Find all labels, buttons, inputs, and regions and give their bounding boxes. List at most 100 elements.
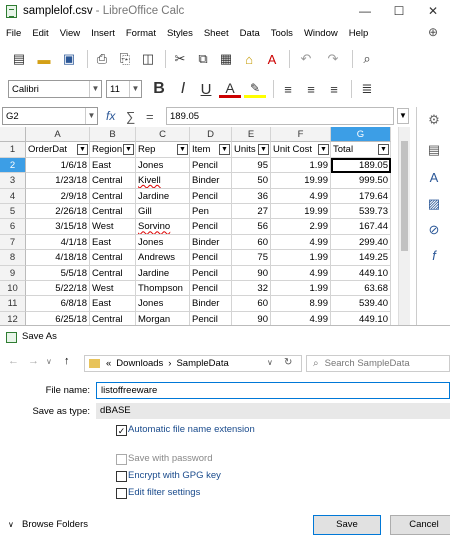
- table-cell[interactable]: Jardine: [136, 188, 190, 204]
- vertical-scrollbar[interactable]: [398, 127, 410, 325]
- header-cell[interactable]: Unit Cost ▼: [271, 142, 331, 158]
- name-box[interactable]: G2 ▼: [2, 107, 98, 125]
- sidebar-gallery-icon[interactable]: ▨: [425, 195, 443, 213]
- cut-icon[interactable]: ✂: [170, 48, 190, 70]
- menu-insert[interactable]: Insert: [91, 28, 115, 39]
- table-cell[interactable]: Pencil: [190, 265, 232, 281]
- table-cell[interactable]: Jones: [136, 234, 190, 251]
- table-cell[interactable]: East: [90, 296, 136, 312]
- align-left-icon[interactable]: ≡: [278, 78, 298, 100]
- table-cell[interactable]: West: [90, 281, 136, 297]
- table-cell[interactable]: 5/5/18: [26, 265, 90, 281]
- bold-icon[interactable]: B: [148, 78, 170, 100]
- print-icon[interactable]: ⎘: [115, 48, 135, 70]
- spreadsheet-grid[interactable]: A B C D E F G 1 OrderDat ▼ Region ▼ Rep ▼ Item ▼ Units ▼ U…: [0, 127, 398, 325]
- password-checkbox[interactable]: [116, 454, 127, 465]
- auto-extension-checkbox[interactable]: ✓: [116, 425, 127, 436]
- table-cell[interactable]: 95: [232, 157, 271, 174]
- export-pdf-icon[interactable]: ⎙: [92, 48, 112, 70]
- search-box[interactable]: ⌕ Search SampleData: [306, 355, 450, 372]
- table-cell[interactable]: 63.68: [331, 281, 391, 297]
- undo-icon[interactable]: ↶: [294, 48, 318, 70]
- row-header[interactable]: 5: [0, 204, 26, 220]
- clear-formatting-icon[interactable]: A: [262, 48, 282, 70]
- table-cell[interactable]: 4/1/18: [26, 234, 90, 251]
- table-cell[interactable]: 36: [232, 188, 271, 204]
- table-cell[interactable]: Pencil: [190, 219, 232, 235]
- chevron-down-icon[interactable]: ▼: [129, 81, 141, 97]
- filename-input[interactable]: listoffreeware: [96, 382, 450, 399]
- table-cell[interactable]: 75: [232, 250, 271, 266]
- table-cell[interactable]: 32: [232, 281, 271, 297]
- redo-icon[interactable]: ↷: [321, 48, 345, 70]
- align-center-icon[interactable]: ≡: [301, 78, 321, 100]
- font-size-box[interactable]: 11 ▼: [106, 80, 142, 98]
- table-cell[interactable]: 50: [232, 173, 271, 189]
- table-cell[interactable]: West: [90, 219, 136, 235]
- chevron-down-icon[interactable]: ▼: [85, 108, 97, 124]
- menu-data[interactable]: Data: [240, 28, 260, 39]
- underline-icon[interactable]: U: [196, 78, 216, 100]
- row-header[interactable]: 3: [0, 173, 26, 189]
- scrollbar-thumb[interactable]: [401, 141, 408, 251]
- autofilter-dropdown-icon[interactable]: ▼: [318, 144, 329, 156]
- find-replace-icon[interactable]: ⌕: [357, 48, 377, 70]
- column-header-d[interactable]: D: [190, 127, 232, 143]
- menu-help[interactable]: Help: [349, 28, 369, 39]
- column-header-b[interactable]: B: [90, 127, 136, 143]
- table-cell[interactable]: 1/6/18: [26, 157, 90, 174]
- table-cell[interactable]: Pencil: [190, 311, 232, 325]
- table-cell[interactable]: 189.05: [331, 157, 391, 174]
- path-sampledata[interactable]: SampleData: [176, 358, 228, 369]
- select-all-corner[interactable]: [0, 127, 26, 143]
- up-arrow-icon[interactable]: ↑: [64, 355, 70, 367]
- table-cell[interactable]: Jones: [136, 296, 190, 312]
- menu-styles[interactable]: Styles: [167, 28, 193, 39]
- sum-icon[interactable]: ∑: [126, 109, 135, 124]
- function-wizard-icon[interactable]: fx: [106, 109, 115, 123]
- table-cell[interactable]: 2/9/18: [26, 188, 90, 204]
- table-cell[interactable]: East: [90, 157, 136, 174]
- table-cell[interactable]: Central: [90, 265, 136, 281]
- browse-chevron-icon[interactable]: ∨: [8, 520, 14, 529]
- autofilter-dropdown-icon[interactable]: ▼: [123, 144, 134, 156]
- column-header-e[interactable]: E: [232, 127, 271, 143]
- header-cell[interactable]: Item ▼: [190, 142, 232, 158]
- minimize-button[interactable]: —: [348, 0, 382, 22]
- table-cell[interactable]: 449.10: [331, 311, 391, 325]
- table-cell[interactable]: 4.99: [271, 265, 331, 281]
- table-cell[interactable]: Central: [90, 250, 136, 266]
- paste-icon[interactable]: ▦: [216, 48, 236, 70]
- refresh-icon[interactable]: ↻: [284, 357, 292, 368]
- table-cell[interactable]: Jones: [136, 157, 190, 174]
- table-cell[interactable]: Kivell: [136, 173, 190, 189]
- autofilter-dropdown-icon[interactable]: ▼: [258, 144, 269, 156]
- italic-icon[interactable]: I: [173, 78, 193, 100]
- autofilter-dropdown-icon[interactable]: ▼: [219, 144, 230, 156]
- save-button[interactable]: Save: [313, 515, 381, 535]
- row-header[interactable]: 7: [0, 234, 26, 251]
- font-name-box[interactable]: Calibri ▼: [8, 80, 102, 98]
- table-cell[interactable]: 60: [232, 296, 271, 312]
- row-header[interactable]: 4: [0, 188, 26, 204]
- path-downloads[interactable]: Downloads: [116, 358, 163, 369]
- table-cell[interactable]: Sorvino: [136, 219, 190, 235]
- table-cell[interactable]: Jardine: [136, 265, 190, 281]
- browse-folders-toggle[interactable]: Browse Folders: [22, 519, 88, 530]
- save-icon[interactable]: ▣: [58, 48, 80, 70]
- globe-icon[interactable]: ⊕: [428, 25, 438, 39]
- table-cell[interactable]: Binder: [190, 234, 232, 251]
- path-dropdown-icon[interactable]: ∨: [267, 358, 273, 367]
- table-cell[interactable]: Central: [90, 173, 136, 189]
- table-cell[interactable]: 299.40: [331, 234, 391, 251]
- table-cell[interactable]: 4.99: [271, 188, 331, 204]
- font-color-icon[interactable]: A: [219, 80, 241, 98]
- table-cell[interactable]: Central: [90, 311, 136, 325]
- header-cell[interactable]: Region ▼: [90, 142, 136, 158]
- table-cell[interactable]: Morgan: [136, 311, 190, 325]
- row-header[interactable]: 9: [0, 265, 26, 281]
- row-header[interactable]: 12: [0, 311, 26, 325]
- table-cell[interactable]: 60: [232, 234, 271, 251]
- table-cell[interactable]: 1.99: [271, 281, 331, 297]
- table-cell[interactable]: 8.99: [271, 296, 331, 312]
